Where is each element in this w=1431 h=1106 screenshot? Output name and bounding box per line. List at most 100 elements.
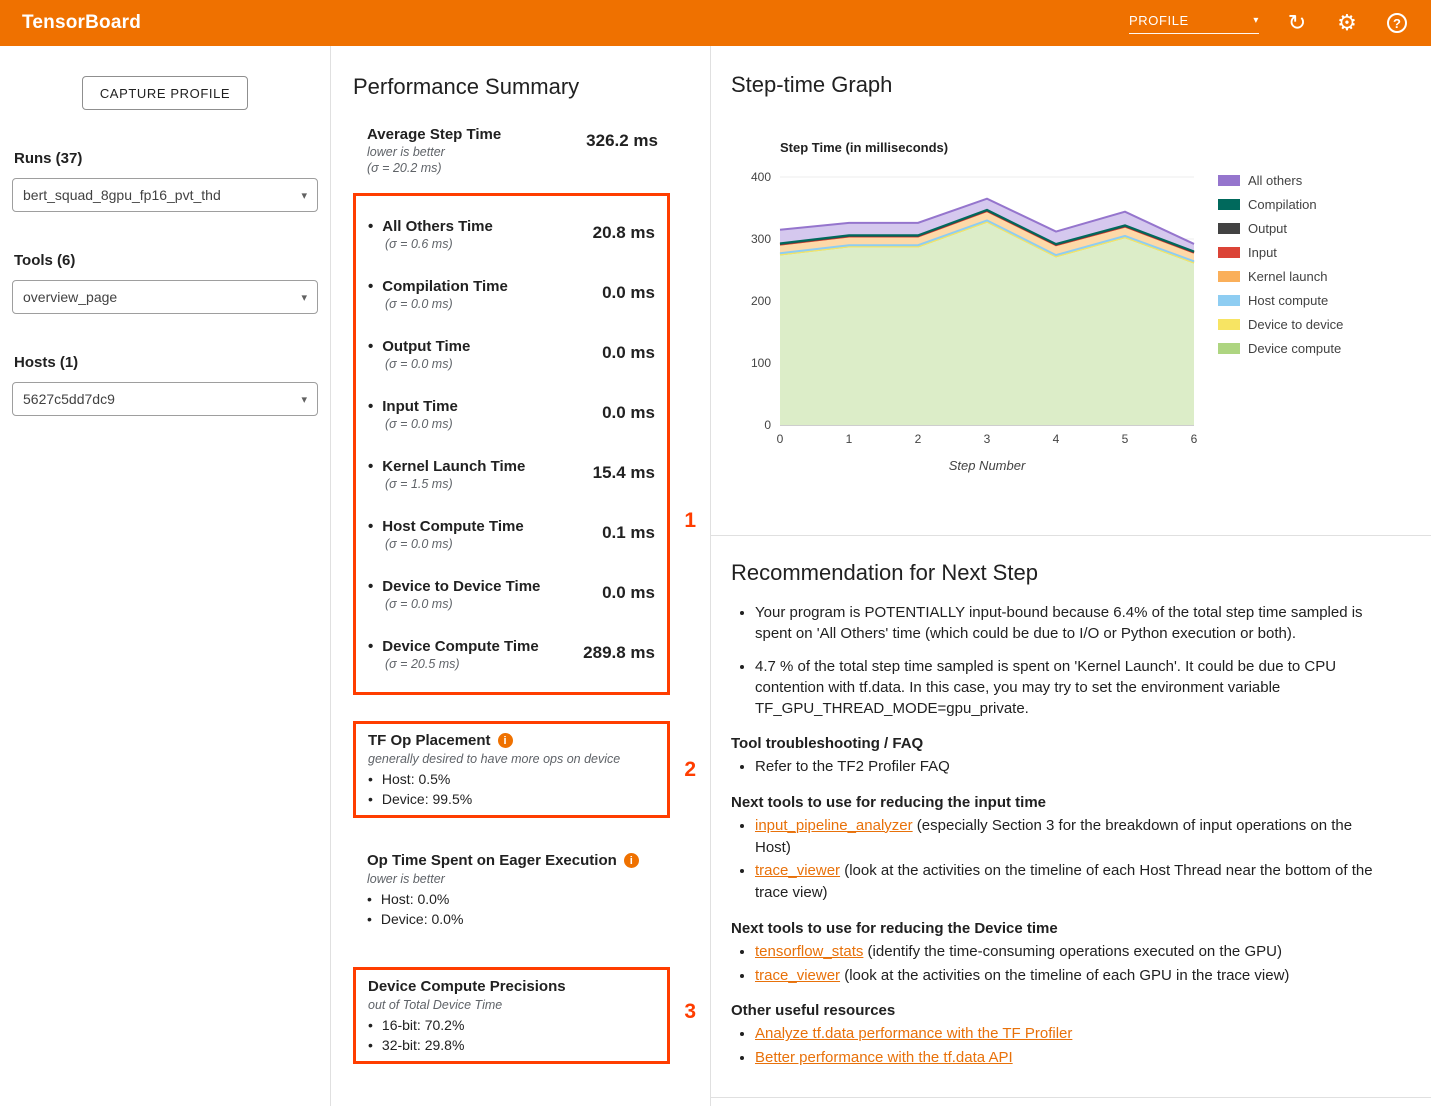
recommendation-sections: Tool troubleshooting / FAQ Refer to the T… <box>731 735 1391 1069</box>
rec-item: Refer to the TF2 Profiler FAQ <box>755 756 1391 778</box>
svg-text:3: 3 <box>984 432 991 446</box>
metric-average-step-time: Average Step Time lower is better (σ = 2… <box>353 126 670 175</box>
info-icon[interactable] <box>624 853 639 868</box>
svg-text:300: 300 <box>751 232 771 246</box>
chart-legend: All othersCompilationOutputInputKernel l… <box>1218 173 1343 458</box>
metric-compilation-time: Compilation Time (σ = 0.0 ms) 0.0 ms <box>368 264 655 324</box>
legend-swatch <box>1218 343 1240 354</box>
rec-link[interactable]: tensorflow_stats <box>755 943 863 960</box>
metric-host-compute-time: Host Compute Time (σ = 0.0 ms) 0.1 ms <box>368 504 655 564</box>
capture-profile-button[interactable]: CAPTURE PROFILE <box>82 76 248 110</box>
tf-op-placement-note: generally desired to have more ops on de… <box>368 752 655 766</box>
chevron-down-icon: ▾ <box>301 291 307 304</box>
dashboard-selector-value: PROFILE <box>1129 13 1189 28</box>
rec-section-heading: Tool troubleshooting / FAQ <box>731 735 1391 752</box>
precision-16bit: 16-bit: 70.2% <box>368 1017 655 1033</box>
recommendation-title: Recommendation for Next Step <box>731 560 1391 586</box>
info-icon[interactable] <box>498 733 513 748</box>
tools-select-value: overview_page <box>23 289 117 305</box>
precision-32bit: 32-bit: 29.8% <box>368 1037 655 1053</box>
rec-section-list: Analyze tf.data performance with the TF … <box>755 1023 1391 1069</box>
rec-item: input_pipeline_analyzer (especially Sect… <box>755 815 1391 859</box>
rec-section-list: input_pipeline_analyzer (especially Sect… <box>755 815 1391 904</box>
right-panel: Step-time Graph Step Time (in millisecon… <box>711 46 1431 1106</box>
legend-swatch <box>1218 295 1240 306</box>
hosts-label: Hosts (1) <box>12 354 318 371</box>
legend-swatch <box>1218 319 1240 330</box>
runs-label: Runs (37) <box>12 150 318 167</box>
rec-link[interactable]: trace_viewer <box>755 862 840 879</box>
legend-item: All others <box>1218 173 1343 188</box>
eager-host: Host: 0.0% <box>367 891 670 907</box>
legend-swatch <box>1218 175 1240 186</box>
legend-item: Kernel launch <box>1218 269 1343 284</box>
annotation-number-2: 2 <box>684 758 696 782</box>
rec-item: Analyze tf.data performance with the TF … <box>755 1023 1391 1045</box>
gear-icon: ⚙ <box>1337 12 1357 34</box>
rec-item: trace_viewer (look at the activities on … <box>755 860 1391 904</box>
metric-output-time: Output Time (σ = 0.0 ms) 0.0 ms <box>368 324 655 384</box>
svg-text:0: 0 <box>777 432 784 446</box>
recommendation-panel: Recommendation for Next Step Your progra… <box>711 536 1431 1097</box>
annotation-region-2: TF Op Placement generally desired to hav… <box>353 721 670 818</box>
annotation-number-1: 1 <box>684 509 696 533</box>
recommendation-bullets: Your program is POTENTIALLY input-bound … <box>755 602 1391 719</box>
help-button[interactable]: ? <box>1385 11 1409 35</box>
rec-link[interactable]: trace_viewer <box>755 967 840 984</box>
runs-select[interactable]: bert_squad_8gpu_fp16_pvt_thd ▾ <box>12 178 318 212</box>
chevron-down-icon: ▾ <box>301 393 307 406</box>
metric-device-compute-time: Device Compute Time (σ = 20.5 ms) 289.8 … <box>368 624 655 684</box>
annotation-box-1: All Others Time (σ = 0.6 ms) 20.8 ms Com… <box>353 193 670 695</box>
eager-title: Op Time Spent on Eager Execution <box>367 852 617 869</box>
runs-select-value: bert_squad_8gpu_fp16_pvt_thd <box>23 187 221 203</box>
performance-summary-panel: Performance Summary Average Step Time lo… <box>331 46 711 1106</box>
tools-select[interactable]: overview_page ▾ <box>12 280 318 314</box>
legend-item: Input <box>1218 245 1343 260</box>
rec-section-list: tensorflow_stats (identify the time-cons… <box>755 941 1391 987</box>
legend-swatch <box>1218 271 1240 282</box>
precisions-note: out of Total Device Time <box>368 998 655 1012</box>
hosts-select-value: 5627c5dd7dc9 <box>23 391 115 407</box>
rec-section-heading: Next tools to use for reducing the input… <box>731 794 1391 811</box>
legend-item: Host compute <box>1218 293 1343 308</box>
rec-item: tensorflow_stats (identify the time-cons… <box>755 941 1391 963</box>
app-title: TensorBoard <box>22 12 141 34</box>
chevron-down-icon: ▾ <box>301 189 307 202</box>
step-time-chart: 01002003004000123456 <box>736 165 1206 458</box>
annotation-region-1: All Others Time (σ = 0.6 ms) 20.8 ms Com… <box>353 193 670 695</box>
legend-item: Output <box>1218 221 1343 236</box>
legend-swatch <box>1218 223 1240 234</box>
topbar: TensorBoard PROFILE ▾ ↻ ⚙ ? <box>0 0 1431 46</box>
svg-text:0: 0 <box>764 418 771 432</box>
svg-text:100: 100 <box>751 356 771 370</box>
annotation-region-3: Device Compute Precisions out of Total D… <box>353 967 670 1064</box>
reload-button[interactable]: ↻ <box>1285 11 1309 35</box>
recommendation-bullet: Your program is POTENTIALLY input-bound … <box>755 602 1391 644</box>
annotation-number-3: 3 <box>684 1000 696 1024</box>
svg-text:1: 1 <box>846 432 853 446</box>
svg-text:2: 2 <box>915 432 922 446</box>
step-time-graph-panel: Step-time Graph Step Time (in millisecon… <box>711 46 1431 535</box>
rec-link[interactable]: input_pipeline_analyzer <box>755 817 913 834</box>
tf-op-placement-title: TF Op Placement <box>368 732 491 749</box>
refresh-icon: ↻ <box>1288 12 1306 34</box>
metric-input-time: Input Time (σ = 0.0 ms) 0.0 ms <box>368 384 655 444</box>
legend-item: Device to device <box>1218 317 1343 332</box>
rec-link[interactable]: Better performance with the tf.data API <box>755 1049 1013 1066</box>
tf-op-placement-device: Device: 99.5% <box>368 791 655 807</box>
rec-link[interactable]: Analyze tf.data performance with the TF … <box>755 1025 1072 1042</box>
svg-text:5: 5 <box>1122 432 1129 446</box>
eager-execution-block: Op Time Spent on Eager Execution lower i… <box>353 852 670 927</box>
bottom-divider <box>711 1097 1431 1098</box>
eager-device: Device: 0.0% <box>367 911 670 927</box>
hosts-select[interactable]: 5627c5dd7dc9 ▾ <box>12 382 318 416</box>
settings-button[interactable]: ⚙ <box>1335 11 1359 35</box>
legend-item: Device compute <box>1218 341 1343 356</box>
metric-all-others-time: All Others Time (σ = 0.6 ms) 20.8 ms <box>368 204 655 264</box>
dashboard-selector[interactable]: PROFILE ▾ <box>1129 13 1259 34</box>
topbar-controls: PROFILE ▾ ↻ ⚙ ? <box>1129 11 1409 35</box>
annotation-box-3: Device Compute Precisions out of Total D… <box>353 967 670 1064</box>
svg-text:6: 6 <box>1191 432 1198 446</box>
tf-op-placement-host: Host: 0.5% <box>368 771 655 787</box>
rec-item: trace_viewer (look at the activities on … <box>755 965 1391 987</box>
